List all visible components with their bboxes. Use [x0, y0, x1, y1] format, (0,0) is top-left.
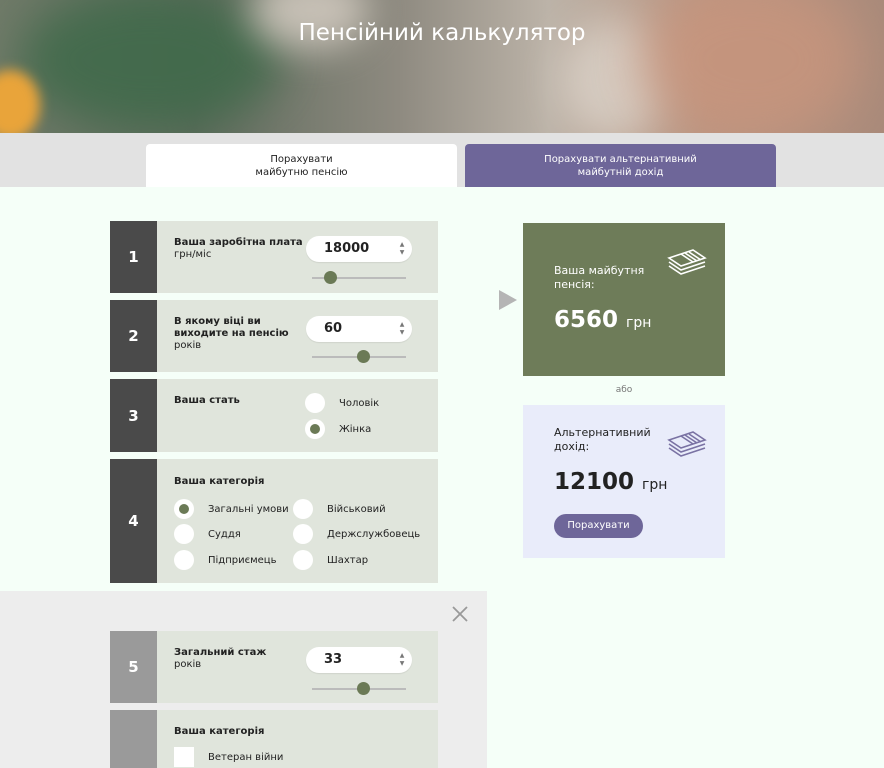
radio-general-label: Загальні умови	[208, 504, 289, 515]
checkbox-war-veteran[interactable]	[174, 747, 194, 767]
close-icon[interactable]	[450, 604, 470, 624]
radio-general[interactable]	[174, 499, 194, 519]
step-number: 2	[110, 300, 157, 372]
spinner-arrows-icon[interactable]: ▲ ▼	[398, 652, 406, 668]
radio-entrepreneur[interactable]	[174, 550, 194, 570]
step-number: 5	[110, 631, 157, 703]
slider-knob[interactable]	[324, 271, 338, 284]
slider-knob[interactable]	[357, 350, 371, 363]
tab-bar: Порахувати майбутню пенсію Порахувати ал…	[0, 133, 884, 187]
radio-male[interactable]	[305, 393, 325, 413]
step-experience: 5 Загальний стаж років 33 ▲ ▼	[110, 631, 438, 703]
category-label: Ваша категорія	[174, 476, 265, 487]
step-retirement-age: 2 В якому віці ви виходите на пенсію рокі…	[110, 300, 438, 372]
salary-slider[interactable]	[312, 271, 406, 284]
step-extra-category: Ваша категорія Ветеран війни	[110, 710, 438, 768]
arrow-right-icon	[499, 290, 517, 310]
radio-military[interactable]	[293, 499, 313, 519]
step-category: 4 Ваша категорія Загальні умови Військов…	[110, 459, 438, 583]
radio-entrepreneur-label: Підприємець	[208, 555, 277, 566]
radio-female[interactable]	[305, 419, 325, 439]
radio-miner-label: Шахтар	[327, 555, 369, 566]
tab-future-pension[interactable]: Порахувати майбутню пенсію	[146, 144, 457, 187]
step-number: 4	[110, 459, 157, 583]
alt-result-title: Альтернативний дохід:	[554, 426, 651, 453]
spinner-arrows-icon[interactable]: ▲ ▼	[398, 321, 406, 337]
radio-judge-label: Суддя	[208, 529, 241, 540]
step-gender: 3 Ваша стать Чоловік Жінка	[110, 379, 438, 452]
step-salary: 1 Ваша заробітна плата грн/міс 18000 ▲ ▼	[110, 221, 438, 293]
tab-alternative-income[interactable]: Порахувати альтернативний майбутній дохі…	[465, 144, 776, 187]
step-number	[110, 710, 157, 768]
checkbox-war-veteran-label: Ветеран війни	[208, 752, 284, 763]
money-stack-icon	[667, 249, 707, 275]
radio-female-label: Жінка	[339, 424, 372, 435]
radio-male-label: Чоловік	[339, 398, 380, 409]
calculate-button[interactable]: Порахувати	[554, 514, 643, 538]
radio-miner[interactable]	[293, 550, 313, 570]
gender-label: Ваша стать	[174, 395, 240, 406]
extra-category-label: Ваша категорія	[174, 726, 265, 737]
radio-military-label: Військовий	[327, 504, 386, 515]
money-stack-icon	[667, 431, 707, 457]
salary-input[interactable]: 18000 ▲ ▼	[306, 236, 412, 262]
step-number: 1	[110, 221, 157, 293]
hero-banner: Пенсійний калькулятор	[0, 0, 884, 133]
retirement-age-input[interactable]: 60 ▲ ▼	[306, 316, 412, 342]
retirement-age-label: В якому віці ви виходите на пенсію років	[174, 316, 289, 351]
radio-civil-servant-label: Держслужбовець	[327, 529, 421, 540]
spinner-arrows-icon[interactable]: ▲ ▼	[398, 241, 406, 257]
pension-result-value: 6560 грн	[554, 307, 652, 333]
page-title: Пенсійний калькулятор	[298, 20, 586, 46]
experience-label: Загальний стаж років	[174, 647, 267, 670]
radio-judge[interactable]	[174, 524, 194, 544]
salary-label: Ваша заробітна плата грн/міс	[174, 237, 303, 260]
experience-input[interactable]: 33 ▲ ▼	[306, 647, 412, 673]
alt-result-value: 12100 грн	[554, 469, 668, 495]
retirement-age-slider[interactable]	[312, 350, 406, 363]
radio-civil-servant[interactable]	[293, 524, 313, 544]
experience-slider[interactable]	[312, 682, 406, 695]
future-pension-result: Ваша майбутня пенсія: 6560 грн	[523, 223, 725, 376]
or-separator: або	[615, 385, 633, 395]
alternative-income-result: Альтернативний дохід: 12100 грн Порахува…	[523, 405, 725, 558]
slider-knob[interactable]	[357, 682, 371, 695]
pension-result-title: Ваша майбутня пенсія:	[554, 264, 645, 291]
step-number: 3	[110, 379, 157, 452]
